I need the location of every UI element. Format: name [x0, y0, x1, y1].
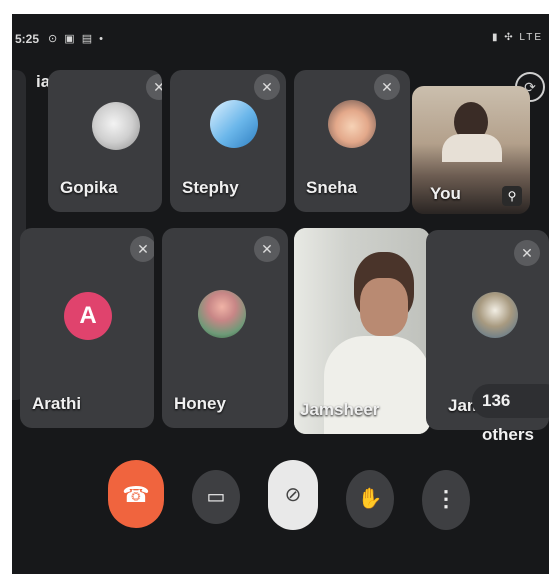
participant-tile-sneha[interactable]: ✕ Sneha: [294, 70, 410, 212]
avatar: [472, 292, 518, 338]
status-bar: 5:25 ⊙ ▣ ▤ • ▮ ✣ LTE: [12, 32, 549, 48]
camera-icon: ▭: [206, 486, 226, 508]
participant-name: Jamsheer: [300, 400, 380, 419]
mic-off-icon: ✕: [254, 74, 280, 100]
more-vert-icon: ⋮: [435, 486, 457, 511]
more-options-button[interactable]: ⋮: [422, 470, 470, 530]
avatar: A: [64, 292, 112, 340]
camera-toggle-button[interactable]: ▭: [192, 470, 240, 524]
avatar: [92, 102, 140, 150]
participant-name: Sneha: [306, 178, 358, 197]
participant-tile-stephy[interactable]: ✕ Stephy: [170, 70, 286, 212]
phone-hangup-icon: ☎: [122, 482, 150, 507]
participant-tile-jamsheer[interactable]: Jamsheer: [294, 228, 430, 434]
avatar-letter: A: [79, 302, 97, 329]
others-participants-chip[interactable]: 136 others: [472, 384, 549, 444]
avatar: [198, 290, 246, 338]
end-call-button[interactable]: ☎: [108, 460, 164, 528]
meet-screen: 5:25 ⊙ ▣ ▤ • ▮ ✣ LTE iaj-iedt-hrq▸ ⟳ ✕ G…: [12, 14, 549, 574]
mic-toggle-button[interactable]: ⊘: [268, 460, 318, 530]
hand-icon: ✋: [357, 488, 383, 510]
self-video-body: [442, 134, 502, 162]
mic-off-icon: ✕: [146, 74, 162, 100]
raise-hand-button[interactable]: ✋: [346, 470, 394, 528]
participant-tile-honey[interactable]: ✕ Honey: [162, 228, 288, 428]
notification-icons: ⊙ ▣ ▤ •: [48, 33, 106, 45]
participant-tile-gopika[interactable]: ✕ Gopika: [48, 70, 162, 212]
signal-icons: ▮ ✣ LTE: [491, 32, 543, 43]
participant-name: Arathi: [32, 394, 82, 413]
pin-icon[interactable]: ⚲: [502, 186, 522, 206]
participant-name: Honey: [174, 394, 226, 413]
mic-off-icon: ✕: [374, 74, 400, 100]
participant-name: You: [430, 184, 461, 203]
participant-tile-arathi[interactable]: ✕ A Arathi: [20, 228, 154, 428]
mic-off-icon: ✕: [130, 236, 154, 262]
mic-off-icon: ⊘: [284, 484, 302, 506]
participant-name: Stephy: [182, 178, 239, 197]
participant-name: Gopika: [60, 178, 118, 197]
avatar: [328, 100, 376, 148]
others-count: 136 others: [482, 391, 534, 444]
avatar: [210, 100, 258, 148]
status-time: 5:25: [15, 32, 40, 46]
mic-off-icon: ✕: [254, 236, 280, 262]
participant-tile-you[interactable]: You ⚲: [412, 86, 530, 214]
video-person-face: [360, 278, 408, 336]
mic-off-icon: ✕: [514, 240, 540, 266]
